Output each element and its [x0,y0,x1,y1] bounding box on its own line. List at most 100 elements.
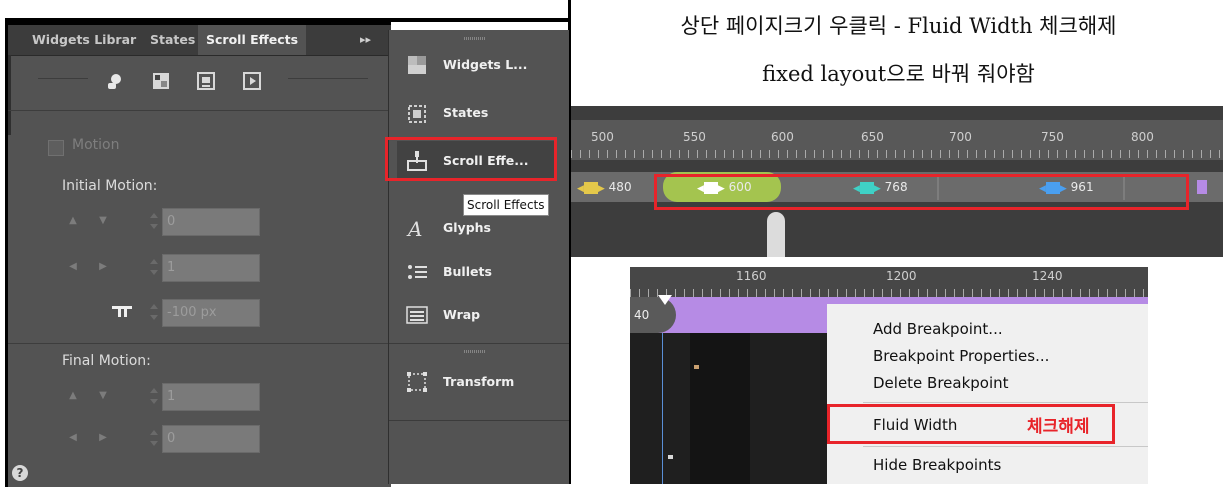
dock-grip-icon[interactable] [464,37,486,40]
stepper-arrows-icon[interactable] [148,208,160,234]
dock-item-widgets[interactable]: Widgets L... [397,45,557,85]
ruler-tick-label: 750 [1041,130,1064,144]
scroll-effect-type-row [90,67,286,97]
dock-item-label: Bullets [443,264,492,279]
final-vertical-field[interactable]: 1 [162,383,260,411]
ruler-tick-label: 800 [1131,130,1154,144]
dock-item-label: Transform [443,374,515,389]
scroll-effect-image-icon[interactable] [151,71,171,91]
ruler-tick-label: 550 [683,130,706,144]
bullets-icon [405,260,429,284]
ruler-tick-label: 650 [861,130,884,144]
dock-item-label: Glyphs [443,220,491,235]
breakpoint-value: 480 [608,180,632,194]
divider [288,78,368,79]
dock-grip-icon[interactable] [464,350,486,353]
ruler-tick-label: 1160 [736,269,767,283]
key-position-icon [110,302,134,322]
dock-item-states[interactable]: States [397,93,557,133]
ruler-tick-label: 500 [591,130,614,144]
menu-item-hide-breakpoints[interactable]: Hide Breakpoints [873,456,1001,474]
menu-item-breakpoint-properties[interactable]: Breakpoint Properties... [873,347,1049,365]
scroll-effect-video-icon[interactable] [242,71,262,91]
collapse-panel-icon[interactable]: ▸▸ [360,25,371,55]
tab-scroll-effects[interactable]: Scroll Effects [198,25,307,55]
canvas-background [690,333,750,484]
initial-horizontal-field[interactable]: 1 [162,254,260,282]
dock-item-glyphs[interactable]: A Glyphs [397,208,557,248]
playhead-handle[interactable] [767,212,785,257]
panel-tab-bar: Widgets Librar States Scroll Effects ▸▸ [8,25,391,56]
stepper-arrows-icon[interactable] [148,299,160,325]
arrow-down-icon[interactable]: ▼ [93,386,113,406]
stepper-arrows-icon[interactable] [148,425,160,451]
motion-label: Motion [72,137,120,153]
breakpoint-ruler: 500 550 600 650 700 750 800 ◀ ▶ 480 ◀ ▶ 60… [571,106,1223,257]
final-horizontal-field[interactable]: 0 [162,425,260,453]
arrow-left-icon[interactable]: ◀ [63,428,83,448]
dock-item-label: Widgets L... [443,57,528,72]
highlight-box [827,404,1115,444]
ruler-ticks [630,289,1148,297]
highlight-box [654,174,1189,210]
ruler-tick-label: 1200 [886,269,917,283]
svg-text:A: A [406,217,422,240]
scroll-effects-panel: Widgets Librar States Scroll Effects ▸▸ … [5,22,391,487]
wrap-icon [405,303,429,327]
transform-icon [405,370,429,394]
arrow-right-icon[interactable]: ▶ [93,257,113,277]
states-icon [405,101,429,125]
canvas-speck [668,455,673,459]
scroll-effect-hand-icon[interactable] [104,71,124,91]
frame-line [5,18,568,22]
key-position-field[interactable]: -100 px [162,299,260,327]
arrow-left-icon[interactable]: ◀ [63,257,83,277]
dock-item-transform[interactable]: Transform [397,362,557,402]
highlight-box [385,137,557,181]
divider [8,110,391,111]
guide-line [662,333,663,484]
menu-separator [863,402,1148,403]
instruction-note-line-2: fixed layout으로 바꿔 줘야함 [762,62,1035,86]
divider [389,420,569,421]
panel-scrollbar[interactable] [8,55,11,135]
arrow-right-icon[interactable]: ▶ [93,428,113,448]
glyphs-icon: A [405,216,429,241]
dock-item-label: States [443,105,489,120]
tab-states[interactable]: States [150,25,195,55]
dock-item-wrap[interactable]: Wrap [397,295,557,335]
arrow-down-icon[interactable]: ▼ [93,211,113,231]
divider [389,343,569,344]
final-motion-label: Final Motion: [62,353,151,369]
playhead-marker-icon[interactable] [658,295,672,305]
scroll-effect-slideshow-icon[interactable] [196,71,216,91]
divider [8,343,391,344]
help-icon[interactable]: ? [12,465,28,481]
menu-item-delete-breakpoint[interactable]: Delete Breakpoint [873,374,1009,392]
initial-motion-label: Initial Motion: [62,178,158,194]
ruler-tick-label: 1240 [1032,269,1063,283]
arrow-up-icon[interactable]: ▲ [63,211,83,231]
breakpoint-context-menu: Add Breakpoint... Breakpoint Properties.… [827,304,1148,484]
ruler-tick-label: 700 [949,130,972,144]
menu-separator [863,446,1148,447]
breakpoint-480[interactable]: ◀ ▶ 480 [577,174,632,200]
arrow-up-icon[interactable]: ▲ [63,386,83,406]
tab-widgets-library[interactable]: Widgets Librar [32,25,136,55]
widgets-icon [405,53,429,77]
dock-item-label: Wrap [443,307,481,322]
ruler-ticks [571,150,1223,158]
divider [38,78,88,79]
ruler-tick-label: 600 [771,130,794,144]
breakpoint-marker-icon [583,181,598,194]
stepper-arrows-icon[interactable] [148,254,160,280]
dock-item-bullets[interactable]: Bullets [397,252,557,292]
instruction-note-line-1: 상단 페이지크기 우클릭 - Fluid Width 체크해제 [680,14,1117,38]
breakpoint-marker-icon[interactable] [1197,180,1207,194]
initial-vertical-field[interactable]: 0 [162,208,260,236]
motion-checkbox[interactable] [48,140,64,156]
stepper-arrows-icon[interactable] [148,383,160,409]
canvas-speck [694,365,699,369]
menu-item-add-breakpoint[interactable]: Add Breakpoint... [873,320,1003,338]
panel-icon-dock: Widgets L... States Scroll Effe... Scrol… [385,30,569,484]
